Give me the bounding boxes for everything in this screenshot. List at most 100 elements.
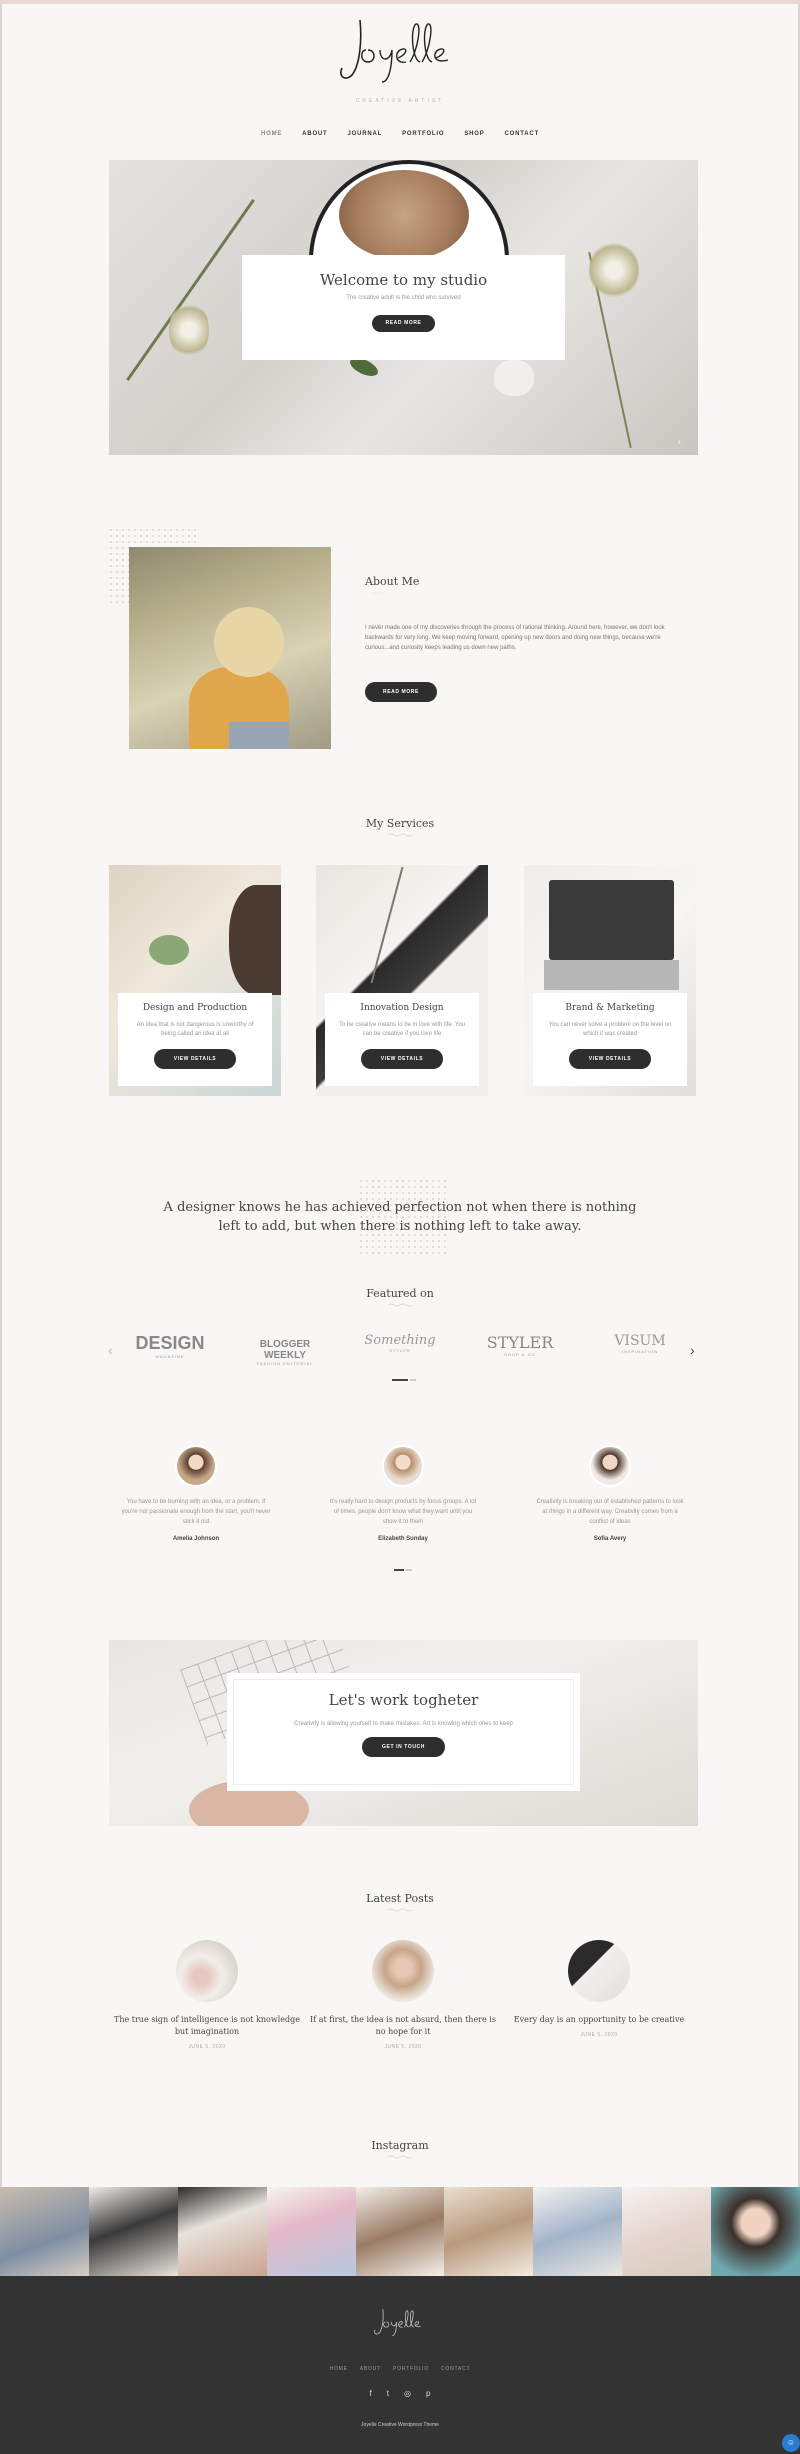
featured-logo-blogger[interactable]: BLOGGER WEEKLY FASHION EDITORIAL xyxy=(240,1333,330,1366)
nav-portfolio[interactable]: PORTFOLIO xyxy=(392,131,454,137)
testimonial-text: Creativity is breaking out of establishe… xyxy=(536,1499,684,1525)
testimonial-text: It's really hard to design products by f… xyxy=(329,1499,477,1525)
instagram-photo[interactable] xyxy=(444,2187,534,2276)
logo-sub: FASHION EDITORIAL xyxy=(256,1361,314,1366)
view-details-button[interactable]: VIEW DETAILS xyxy=(568,1049,652,1069)
post-thumbnail[interactable] xyxy=(568,1940,630,2002)
posts-title: Latest Posts xyxy=(366,1892,434,1905)
instagram-photo[interactable] xyxy=(711,2187,800,2276)
post-title[interactable]: Every day is an opportunity to be creati… xyxy=(504,2014,694,2026)
top-accent-line xyxy=(0,0,800,4)
about-read-more-button[interactable]: READ MORE xyxy=(365,682,437,702)
logo-sub: INSPIRATION xyxy=(621,1349,659,1354)
site-tagline: CREATIVE ARTIST xyxy=(355,98,445,104)
footer-nav-home[interactable]: HOME xyxy=(324,2366,354,2372)
post-card[interactable]: The true sign of intelligence is not kno… xyxy=(112,1940,302,2050)
post-title[interactable]: The true sign of intelligence is not kno… xyxy=(112,2014,302,2038)
squiggle-icon xyxy=(388,2155,412,2159)
hero-read-more-button[interactable]: READ MORE xyxy=(371,315,436,332)
squiggle-icon xyxy=(388,1303,412,1307)
featured-logo-visum[interactable]: VISUM INSPIRATION xyxy=(600,1333,680,1354)
featured-logo-styler[interactable]: STYLER SHOP & GO xyxy=(475,1333,565,1357)
nav-home[interactable]: HOME xyxy=(251,131,292,137)
post-date: JUNE 5, 2020 xyxy=(384,2044,422,2050)
flower-bloom-right xyxy=(589,240,639,300)
avatar xyxy=(589,1445,631,1487)
featured-logo-something[interactable]: Something STYLER xyxy=(360,1333,440,1353)
nav-contact[interactable]: CONTACT xyxy=(495,131,549,137)
featured-title: Featured on xyxy=(366,1287,434,1300)
pinterest-icon[interactable]: p xyxy=(426,2389,430,2398)
site-logo[interactable] xyxy=(0,10,800,95)
instagram-photo[interactable] xyxy=(533,2187,623,2276)
footer-nav-about[interactable]: ABOUT xyxy=(354,2366,387,2372)
hero-title: Welcome to my studio xyxy=(319,271,488,289)
post-thumbnail[interactable] xyxy=(372,1940,434,2002)
carousel-dot-active[interactable] xyxy=(392,1379,408,1381)
service-title: Design and Production xyxy=(142,1003,248,1013)
carousel-dot[interactable] xyxy=(406,1569,412,1571)
post-date: JUNE 5, 2020 xyxy=(188,2044,226,2050)
copyright: Joyelle Creative Wordpress Theme xyxy=(361,2422,439,2428)
post-card[interactable]: Every day is an opportunity to be creati… xyxy=(504,1940,694,2038)
testimonial-name: Amelia Johnson xyxy=(172,1536,220,1542)
slider-next-icon[interactable]: › xyxy=(678,437,681,446)
nav-journal[interactable]: JOURNAL xyxy=(338,131,393,137)
get-in-touch-button[interactable]: GET IN TOUCH xyxy=(362,1737,445,1757)
instagram-photo[interactable] xyxy=(622,2187,712,2276)
instagram-photo[interactable] xyxy=(355,2187,445,2276)
site-footer: HOME ABOUT PORTFOLIO CONTACT f t ◎ p Joy… xyxy=(0,2276,800,2454)
chat-widget-icon[interactable]: ☺ xyxy=(782,2434,800,2452)
carousel-dot[interactable] xyxy=(410,1379,416,1381)
footer-logo[interactable] xyxy=(0,2304,800,2345)
branch xyxy=(370,866,404,984)
left-edge xyxy=(0,0,2,2454)
logo-name: BLOGGER WEEKLY xyxy=(259,1339,311,1361)
instagram-photo[interactable] xyxy=(88,2187,178,2276)
nav-about[interactable]: ABOUT xyxy=(292,131,337,137)
logo-name: DESIGN xyxy=(135,1333,205,1353)
twitter-icon[interactable]: t xyxy=(387,2389,389,2398)
featured-next-icon[interactable]: › xyxy=(690,1342,695,1358)
facebook-icon[interactable]: f xyxy=(370,2389,372,2398)
instagram-photo[interactable] xyxy=(266,2187,356,2276)
logo-name: Something xyxy=(364,1333,436,1348)
instagram-photo[interactable] xyxy=(0,2187,89,2276)
cta-border xyxy=(233,1679,574,1785)
instagram-photo[interactable] xyxy=(177,2187,267,2276)
about-title: About Me xyxy=(365,575,420,588)
main-nav: HOME ABOUT JOURNAL PORTFOLIO SHOP CONTAC… xyxy=(0,131,800,137)
footer-nav-contact[interactable]: CONTACT xyxy=(435,2366,476,2372)
avatar xyxy=(175,1445,217,1487)
logo-name: VISUM xyxy=(614,1333,666,1349)
featured-logo-design[interactable]: DESIGN MAGAZINE xyxy=(130,1333,210,1359)
services-title: My Services xyxy=(365,817,435,830)
hero-card: Welcome to my studio The creative adult … xyxy=(242,255,565,360)
view-details-button[interactable]: VIEW DETAILS xyxy=(360,1049,444,1069)
testimonial-name: Elizabeth Sunday xyxy=(378,1536,428,1542)
testimonial: It's really hard to design products by f… xyxy=(328,1445,478,1542)
instagram-icon[interactable]: ◎ xyxy=(404,2389,411,2398)
person xyxy=(229,885,281,995)
carousel-dot-active[interactable] xyxy=(394,1569,404,1571)
service-title: Brand & Marketing xyxy=(565,1003,655,1013)
flower-bloom xyxy=(169,300,209,360)
stone xyxy=(494,360,534,396)
post-thumbnail[interactable] xyxy=(176,1940,238,2002)
service-card: Design and Production An idea that is no… xyxy=(118,993,272,1086)
footer-nav-portfolio[interactable]: PORTFOLIO xyxy=(387,2366,435,2372)
logo-script-icon xyxy=(374,2309,421,2337)
featured-prev-icon[interactable]: ‹ xyxy=(108,1342,113,1358)
service-card: Innovation Design To be creative means t… xyxy=(325,993,479,1086)
testimonial: Creativity is breaking out of establishe… xyxy=(535,1445,685,1542)
view-details-button[interactable]: VIEW DETAILS xyxy=(153,1049,237,1069)
post-title[interactable]: If at first, the idea is not absurd, the… xyxy=(308,2014,498,2038)
post-card[interactable]: If at first, the idea is not absurd, the… xyxy=(308,1940,498,2050)
logo-sub: STYLER xyxy=(389,1348,411,1353)
logo-script-icon xyxy=(340,19,449,83)
hero-subtitle: The creative adult is the child who surv… xyxy=(346,295,461,301)
coffee xyxy=(339,170,469,260)
post-date: JUNE 5, 2020 xyxy=(580,2032,618,2038)
nav-shop[interactable]: SHOP xyxy=(454,131,494,137)
squiggle-icon xyxy=(370,592,384,594)
